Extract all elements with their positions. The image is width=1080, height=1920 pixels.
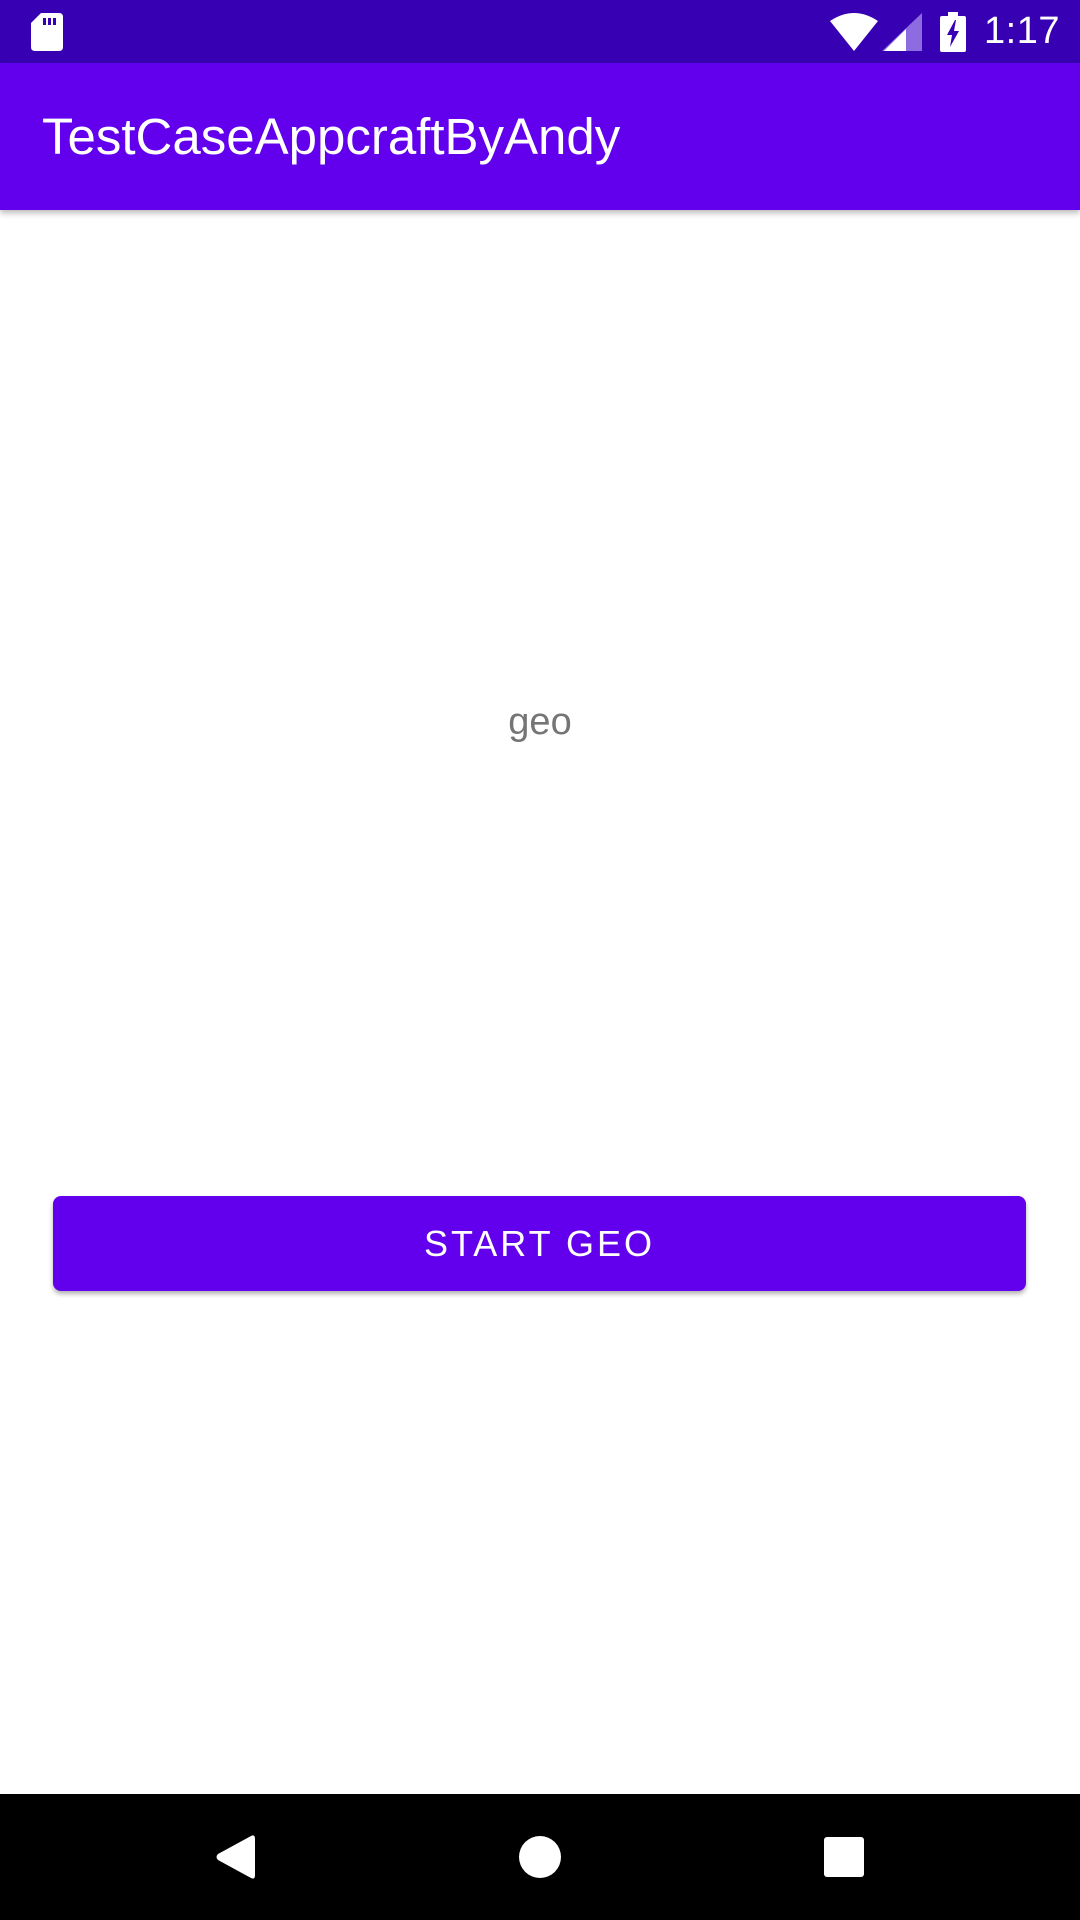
back-button[interactable] [175, 1794, 295, 1920]
main-content: geo START GEO [0, 210, 1080, 1794]
geo-status-text: geo [508, 701, 572, 743]
status-bar: 1:17 [0, 0, 1080, 63]
home-icon [519, 1836, 561, 1878]
app-title: TestCaseAppcraftByAndy [42, 108, 621, 165]
back-icon [216, 1835, 255, 1879]
signal-icon [882, 12, 923, 51]
status-time: 1:17 [984, 10, 1060, 52]
home-button[interactable] [480, 1794, 600, 1920]
navigation-bar [0, 1794, 1080, 1920]
recents-icon [824, 1837, 864, 1877]
wifi-icon [830, 12, 879, 51]
app-bar: TestCaseAppcraftByAndy [0, 63, 1080, 210]
recents-button[interactable] [784, 1794, 904, 1920]
battery-charging-icon [940, 11, 967, 52]
status-icons: 1:17 [830, 0, 1060, 63]
start-geo-button[interactable]: START GEO [53, 1196, 1026, 1291]
sd-card-icon [31, 13, 63, 51]
